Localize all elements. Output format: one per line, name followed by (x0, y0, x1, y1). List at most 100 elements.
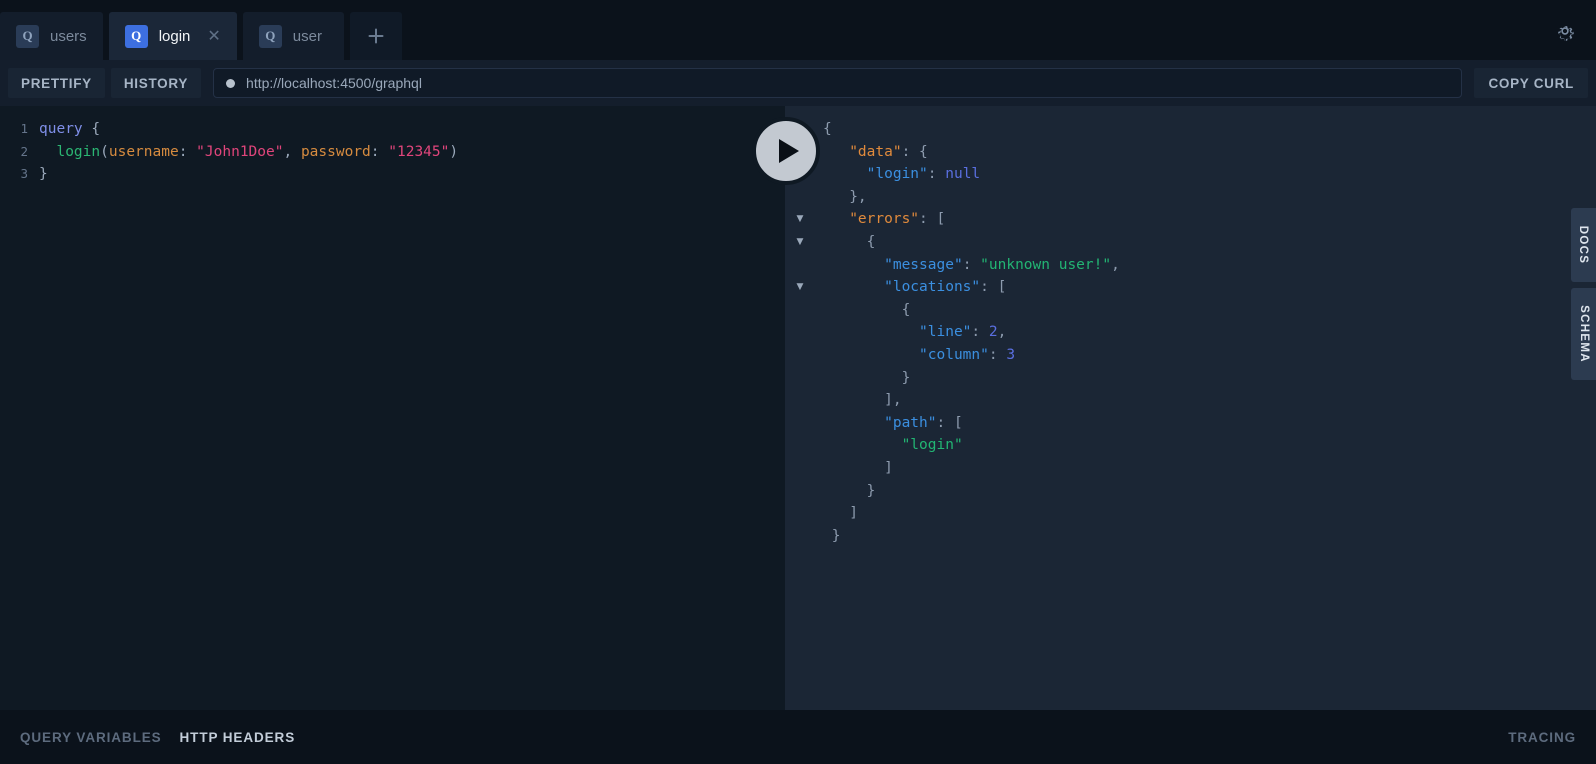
response-line-code: ] (815, 457, 893, 480)
json-token: { (823, 233, 876, 250)
tab-users[interactable]: Q users (0, 12, 103, 60)
response-line-code: }, (815, 186, 867, 209)
response-line: ▼ { (785, 231, 1596, 254)
editor-line-code: query { (28, 118, 100, 141)
response-line: } (785, 525, 1596, 548)
plus-icon (368, 28, 384, 44)
response-line-code: ], (815, 389, 902, 412)
response-line: "line": 2, (785, 321, 1596, 344)
response-line: { (785, 299, 1596, 322)
response-line: "login" (785, 434, 1596, 457)
query-variables-tab[interactable]: QUERY VARIABLES (20, 730, 162, 745)
tab-label: login (158, 27, 191, 45)
json-token: } (823, 369, 911, 386)
http-headers-tab[interactable]: HTTP HEADERS (180, 730, 296, 745)
status-bar: QUERY VARIABLES HTTP HEADERS TRACING (0, 710, 1596, 764)
json-token: null (945, 166, 981, 183)
response-line: ], (785, 389, 1596, 412)
response-line-code: { (815, 231, 876, 254)
settings-button[interactable] (1550, 16, 1580, 46)
response-pane[interactable]: ▼{ "data": { "login": null },▼ "errors":… (785, 106, 1596, 710)
json-token: : { (901, 143, 928, 160)
endpoint-url-input[interactable]: http://localhost:4500/graphql (213, 68, 1463, 98)
editor-line-code: } (28, 163, 48, 186)
response-line: ] (785, 457, 1596, 480)
json-token: ], (823, 392, 902, 409)
query-editor-content[interactable]: 1 query {2 login(username: "John1Doe", pa… (0, 106, 785, 186)
main-panes: 1 query {2 login(username: "John1Doe", pa… (0, 106, 1596, 710)
response-line-code: { (815, 299, 911, 322)
tab-login[interactable]: Q login ✕ (108, 12, 237, 60)
line-number: 2 (20, 143, 28, 159)
graphql-q-icon: Q (124, 24, 148, 48)
json-token: { (823, 121, 832, 137)
editor-line: 3} (0, 163, 785, 186)
fold-triangle-icon[interactable]: ▼ (785, 231, 815, 254)
execute-query-button[interactable] (752, 117, 820, 185)
play-icon (779, 139, 799, 163)
code-token: login (56, 143, 101, 160)
code-token: , (283, 143, 301, 160)
response-line-code: "message": "unknown user!", (815, 254, 1120, 277)
tab-label: users (50, 27, 87, 45)
prettify-button[interactable]: PRETTIFY (8, 68, 105, 98)
response-line: "column": 3 (785, 344, 1596, 367)
json-token: : [ (980, 279, 1007, 296)
code-token: "12345" (388, 143, 450, 160)
gear-icon (1558, 26, 1574, 41)
response-line: "path": [ (785, 412, 1596, 435)
json-token: "line" (919, 324, 972, 341)
code-token: query (39, 121, 83, 137)
copy-curl-button[interactable]: COPY CURL (1474, 68, 1588, 98)
response-line-code: "line": 2, (815, 321, 1006, 344)
query-editor-pane[interactable]: 1 query {2 login(username: "John1Doe", pa… (0, 106, 785, 710)
response-line-code: "login" (815, 434, 963, 457)
response-line: } (785, 367, 1596, 390)
response-line-code: "login": null (815, 163, 981, 186)
close-icon[interactable]: ✕ (207, 28, 220, 44)
json-token: : (962, 256, 981, 273)
json-token: , (997, 324, 1007, 341)
new-tab-button[interactable] (349, 12, 402, 60)
response-line: ▼ "locations": [ (785, 276, 1596, 299)
code-token: username (108, 143, 179, 160)
tab-user[interactable]: Q user (242, 12, 344, 60)
json-token: { (823, 301, 911, 318)
tab-list: Q users Q login ✕ Q user (0, 0, 402, 60)
code-token: : (178, 143, 197, 160)
response-line: "message": "unknown user!", (785, 254, 1596, 277)
fold-triangle-icon[interactable]: ▼ (785, 208, 815, 231)
code-token: ( (100, 143, 109, 160)
editor-line-code: login(username: "John1Doe", password: "1… (28, 141, 458, 164)
response-line: } (785, 480, 1596, 503)
editor-line: 2 login(username: "John1Doe", password: … (0, 141, 785, 164)
json-token: } (823, 527, 841, 544)
code-token: ) (449, 143, 459, 160)
tracing-tab[interactable]: TRACING (1508, 730, 1576, 745)
tab-bar: Q users Q login ✕ Q user (0, 0, 1596, 60)
json-token: }, (823, 188, 867, 205)
response-line-code: ] (815, 502, 858, 525)
editor-line: 1 query { (0, 118, 785, 141)
json-token: "column" (919, 346, 989, 363)
line-number: 3 (20, 166, 28, 182)
tab-label: user (292, 27, 322, 45)
response-line-code: "column": 3 (815, 344, 1015, 367)
docs-tab[interactable]: DOCS (1571, 208, 1596, 282)
json-token: "login" (866, 166, 928, 183)
response-line: "login": null (785, 163, 1596, 186)
response-line-code: } (815, 525, 841, 548)
json-token: } (823, 482, 876, 499)
history-button[interactable]: HISTORY (110, 68, 202, 98)
graphql-playground-window: Q users Q login ✕ Q user PRETTIFY HISTOR… (0, 0, 1596, 764)
schema-tab[interactable]: SCHEMA (1571, 288, 1596, 380)
fold-triangle-icon[interactable]: ▼ (785, 276, 815, 299)
json-token: : (988, 346, 1007, 363)
